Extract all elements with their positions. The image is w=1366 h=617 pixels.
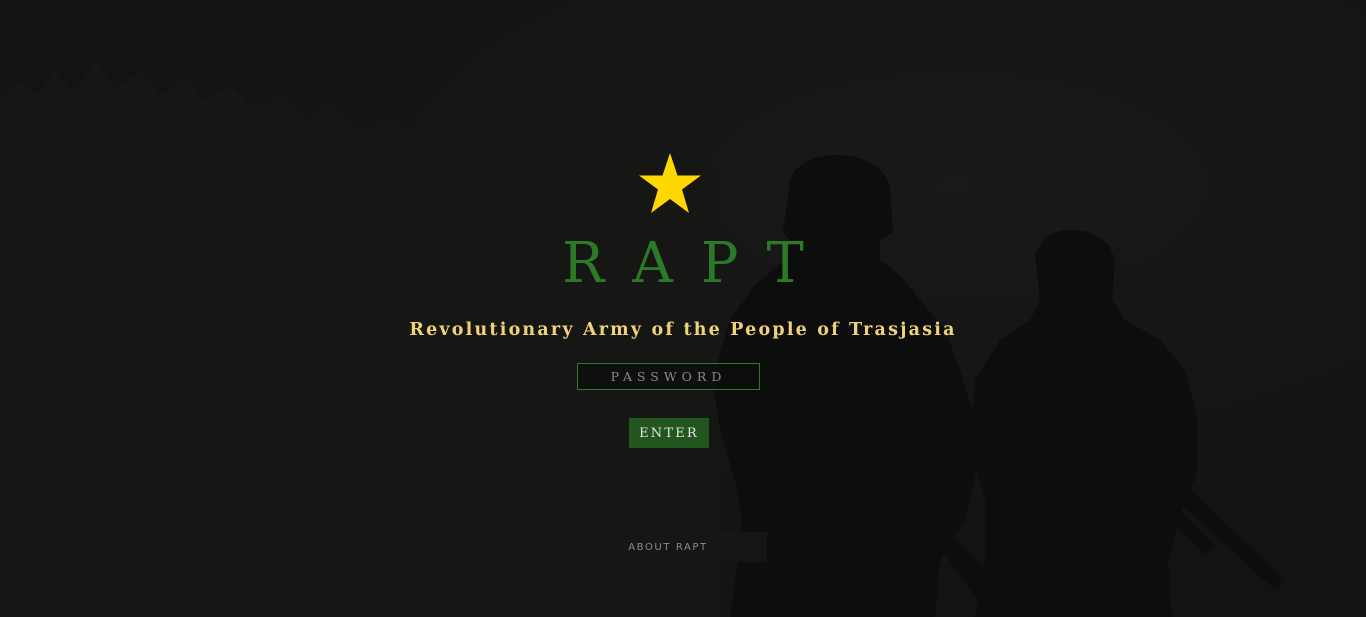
- login-panel: RAPT Revolutionary Army of the People of…: [0, 0, 1366, 617]
- about-rapt-button[interactable]: ABOUT RAPT: [569, 532, 767, 562]
- password-input[interactable]: [577, 363, 760, 390]
- brand-subtitle: Revolutionary Army of the People of Tras…: [409, 320, 957, 340]
- brand-title: RAPT: [562, 231, 832, 296]
- login-screen: RAPT Revolutionary Army of the People of…: [0, 0, 1366, 617]
- enter-button[interactable]: ENTER: [629, 418, 709, 448]
- star-icon: [639, 153, 701, 213]
